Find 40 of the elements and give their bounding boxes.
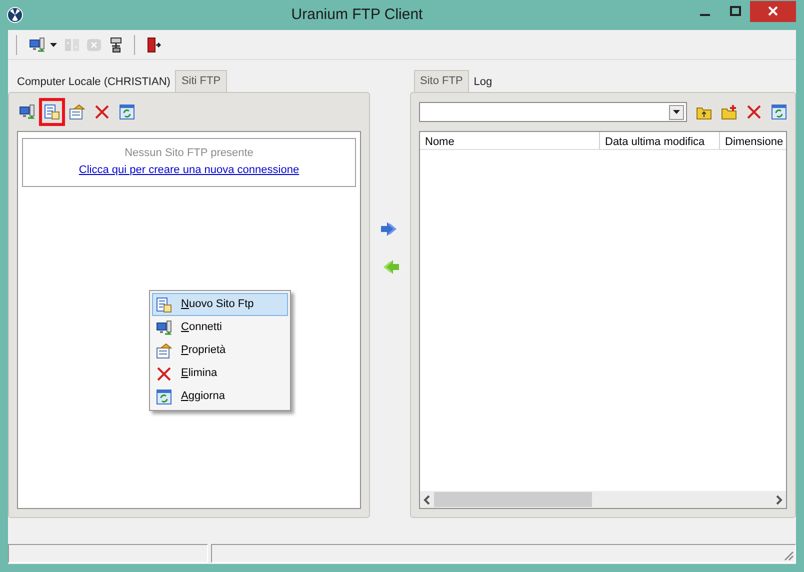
window-title: Uranium FTP Client <box>290 4 424 25</box>
resize-grip-icon[interactable] <box>782 549 794 561</box>
path-dropdown[interactable] <box>419 102 687 122</box>
menu-item[interactable]: Connetti <box>152 316 288 339</box>
close-button[interactable] <box>750 0 796 22</box>
properties-icon <box>69 104 85 120</box>
minimize-icon <box>700 14 710 16</box>
document-button[interactable] <box>42 101 62 123</box>
delete-icon <box>746 104 762 120</box>
close-icon <box>768 6 778 16</box>
menu-item[interactable]: Aggiorna <box>152 385 288 408</box>
document-icon <box>44 104 60 120</box>
tab[interactable]: Sito FTP <box>414 70 469 92</box>
tab[interactable]: Siti FTP <box>175 70 227 92</box>
app-icon <box>6 6 24 24</box>
caret-icon <box>673 110 680 114</box>
column-header[interactable]: Dimensione <box>720 132 786 149</box>
menu-item[interactable]: Nuovo Sito Ftp <box>152 293 288 316</box>
exit-door-icon <box>145 36 161 52</box>
refresh-icon <box>156 388 172 404</box>
horizontal-scrollbar[interactable] <box>420 491 786 508</box>
refresh-icon <box>771 104 787 120</box>
menu-item[interactable]: Proprietà <box>152 339 288 362</box>
delete-icon <box>156 366 172 382</box>
create-connection-link[interactable]: Clicca qui per creare una nuova connessione <box>78 164 300 176</box>
caret-icon <box>49 42 58 48</box>
stop-icon <box>86 36 102 52</box>
column-header[interactable]: Nome <box>420 132 600 149</box>
empty-message: Nessun Sito FTP presente <box>124 146 254 161</box>
maximize-icon <box>730 6 740 16</box>
menu-item[interactable]: Elimina <box>152 362 288 385</box>
column-header[interactable]: Data ultima modifica <box>600 132 720 149</box>
tab[interactable]: Computer Locale (CHRISTIAN) <box>12 72 176 92</box>
delete-icon <box>94 104 110 120</box>
tab[interactable]: Log <box>468 72 498 92</box>
new-folder-icon <box>721 104 737 120</box>
document-icon <box>156 296 172 312</box>
refresh-icon <box>119 104 135 120</box>
properties-icon <box>156 342 172 358</box>
settings-icon <box>108 36 124 52</box>
